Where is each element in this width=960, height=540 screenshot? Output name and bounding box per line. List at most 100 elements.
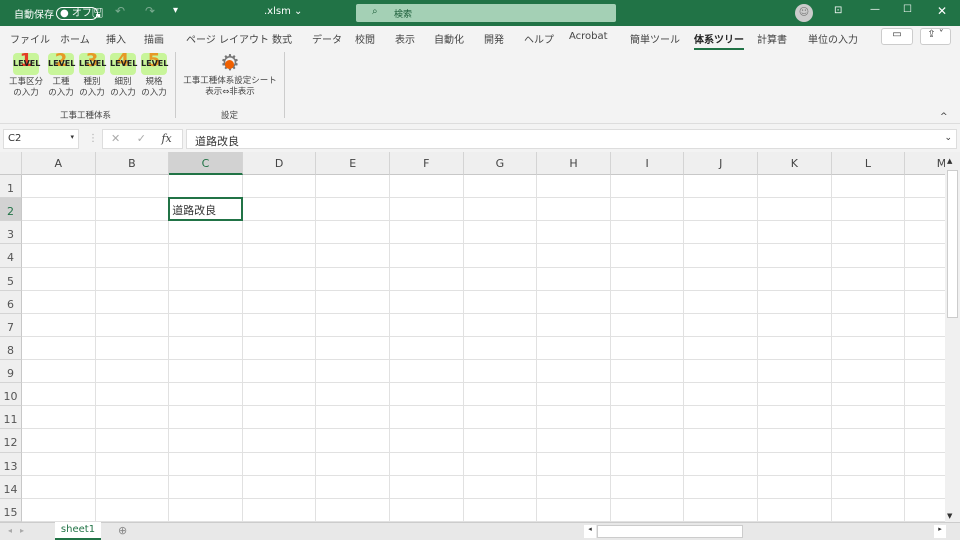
tab-11[interactable]: ヘルプ bbox=[524, 31, 554, 46]
scroll-up-icon[interactable]: ▲ bbox=[947, 157, 952, 165]
gridline bbox=[22, 220, 945, 222]
avatar[interactable]: ☺ bbox=[795, 4, 813, 22]
undo-icon[interactable]: ↶ bbox=[115, 4, 125, 18]
row-header-15[interactable]: 15 bbox=[0, 498, 22, 522]
level-text: LEVEL bbox=[13, 59, 41, 68]
enter-icon[interactable]: ✓ bbox=[137, 132, 146, 145]
formula-content: 道路改良 bbox=[195, 135, 239, 148]
prev-sheet-icon[interactable]: ◂ bbox=[8, 526, 12, 535]
horizontal-scroll-thumb[interactable] bbox=[597, 525, 743, 538]
tab-15[interactable]: 計算書 bbox=[757, 31, 787, 46]
level-3-button[interactable]: 3 LEVEL 種別 の入力 bbox=[77, 50, 107, 99]
tab-8[interactable]: 表示 bbox=[395, 31, 415, 46]
column-header-G[interactable]: G bbox=[463, 152, 538, 175]
row-header-6[interactable]: 6 bbox=[0, 290, 22, 314]
row-header-7[interactable]: 7 bbox=[0, 313, 22, 337]
tab-16[interactable]: 単位の入力 bbox=[808, 31, 858, 46]
row-header-2[interactable]: 2 bbox=[0, 198, 22, 222]
row-header-13[interactable]: 13 bbox=[0, 452, 22, 476]
share-icon: ⇪ ˅ bbox=[927, 29, 944, 40]
row-header-10[interactable]: 10 bbox=[0, 383, 22, 407]
level-4-button[interactable]: 4 LEVEL 細別 の入力 bbox=[108, 50, 138, 99]
next-sheet-icon[interactable]: ▸ bbox=[20, 526, 24, 535]
column-header-A[interactable]: A bbox=[22, 152, 96, 175]
vertical-scroll-thumb[interactable] bbox=[947, 170, 958, 318]
row-header-3[interactable]: 3 bbox=[0, 221, 22, 245]
column-header-D[interactable]: D bbox=[242, 152, 317, 175]
row-header-5[interactable]: 5 bbox=[0, 267, 22, 291]
ribbon-tabs: ファイル ホーム 挿入 描画 ページ レイアウト 数式 データ 校閲 表示 自動化 開発 ヘルプ Acr… bbox=[0, 27, 960, 50]
maximize-icon[interactable]: ☐ bbox=[903, 4, 912, 15]
formula-input[interactable]: 道路改良 ⌄ bbox=[186, 129, 957, 149]
select-all-corner[interactable] bbox=[0, 152, 22, 175]
row-header-11[interactable]: 11 bbox=[0, 406, 22, 430]
tab-6[interactable]: データ bbox=[312, 31, 342, 46]
tab-10[interactable]: 開発 bbox=[484, 31, 504, 46]
tab-4[interactable]: ページ レイアウト bbox=[186, 31, 269, 46]
file-name[interactable]: .xlsm ⌄ bbox=[264, 6, 302, 17]
column-header-J[interactable]: J bbox=[684, 152, 758, 175]
tab-0[interactable]: ファイル bbox=[10, 31, 50, 46]
row-header-1[interactable]: 1 bbox=[0, 175, 22, 199]
tab-5[interactable]: 数式 bbox=[272, 31, 292, 46]
column-header-I[interactable]: I bbox=[610, 152, 685, 175]
tab-2[interactable]: 挿入 bbox=[106, 31, 126, 46]
sheet-tab[interactable]: sheet1 bbox=[55, 522, 101, 540]
drag-handle-icon[interactable]: ⋮ bbox=[88, 133, 98, 144]
cancel-icon[interactable]: ✕ bbox=[111, 132, 120, 145]
gridline bbox=[22, 243, 945, 245]
scroll-right-icon[interactable]: ▸ bbox=[934, 525, 946, 538]
row-header-8[interactable]: 8 bbox=[0, 336, 22, 361]
vertical-scrollbar[interactable]: ▲ ▼ bbox=[945, 152, 960, 522]
tab-13[interactable]: 簡単ツール bbox=[630, 31, 680, 46]
column-header-F[interactable]: F bbox=[390, 152, 464, 175]
settings-sheet-toggle-button[interactable]: ⚙ 工事工種体系設定シート 表示⇔非表示 bbox=[182, 52, 278, 98]
scroll-left-icon[interactable]: ◂ bbox=[584, 525, 596, 538]
tab-7[interactable]: 校閲 bbox=[355, 31, 375, 46]
level-1-button[interactable]: 1 LEVEL 工事区分 の入力 bbox=[7, 50, 45, 99]
button-line1: 工種 bbox=[52, 77, 70, 87]
level-2-button[interactable]: 2 LEVEL 工種 の入力 bbox=[46, 50, 76, 99]
collapse-ribbon-icon[interactable]: ^ bbox=[940, 112, 948, 122]
tab-9[interactable]: 自動化 bbox=[434, 31, 464, 46]
button-line1: 規格 bbox=[145, 77, 163, 87]
column-header-K[interactable]: K bbox=[758, 152, 832, 175]
search-box[interactable]: ⌕ 検索 bbox=[356, 4, 616, 22]
tab-14[interactable]: 体系ツリー bbox=[694, 31, 744, 50]
button-line2: の入力 bbox=[110, 88, 136, 98]
row-header-4[interactable]: 4 bbox=[0, 244, 22, 268]
name-box[interactable]: C2 ▾ bbox=[3, 129, 79, 149]
search-placeholder: 検索 bbox=[394, 10, 413, 20]
column-header-L[interactable]: L bbox=[831, 152, 906, 175]
spreadsheet-grid[interactable]: A B C D E F G H I J K L M 1 2 3 4 5 6 7 8 9 10 11 12 13 14 15 道路改良 bbox=[0, 152, 945, 522]
tab-3[interactable]: 描画 bbox=[144, 31, 164, 46]
redo-icon[interactable]: ↷ bbox=[145, 4, 155, 18]
name-box-value: C2 bbox=[8, 133, 22, 144]
column-header-H[interactable]: H bbox=[537, 152, 611, 175]
tab-12[interactable]: Acrobat bbox=[569, 31, 608, 42]
scroll-down-icon[interactable]: ▼ bbox=[947, 512, 952, 520]
add-sheet-icon[interactable]: ⊕ bbox=[118, 524, 127, 537]
save-icon[interactable]: 🖫 bbox=[92, 4, 103, 26]
insert-function-icon[interactable]: fx bbox=[161, 132, 171, 145]
tab-1[interactable]: ホーム bbox=[60, 31, 90, 46]
expand-formula-icon[interactable]: ⌄ bbox=[944, 133, 952, 143]
column-header-M[interactable]: M bbox=[905, 152, 945, 175]
row-header-9[interactable]: 9 bbox=[0, 360, 22, 384]
share-button[interactable]: ⇪ ˅ bbox=[920, 28, 951, 45]
customize-qat-icon[interactable]: ▾ bbox=[173, 5, 178, 16]
column-header-C[interactable]: C bbox=[169, 152, 243, 175]
minimize-icon[interactable]: — bbox=[870, 4, 880, 15]
column-header-B[interactable]: B bbox=[95, 152, 170, 175]
gridline bbox=[904, 175, 906, 522]
row-header-14[interactable]: 14 bbox=[0, 475, 22, 499]
gridline bbox=[757, 175, 758, 522]
close-icon[interactable]: ✕ bbox=[937, 4, 947, 18]
comment-icon: ▭ bbox=[892, 29, 902, 40]
level-5-button[interactable]: 5 LEVEL 規格 の入力 bbox=[139, 50, 169, 99]
column-header-E[interactable]: E bbox=[316, 152, 390, 175]
row-header-12[interactable]: 12 bbox=[0, 429, 22, 453]
comments-button[interactable]: ▭ bbox=[881, 28, 913, 45]
selected-cell[interactable]: 道路改良 bbox=[168, 197, 243, 222]
ribbon-display-icon[interactable]: ⊡ bbox=[834, 5, 842, 16]
